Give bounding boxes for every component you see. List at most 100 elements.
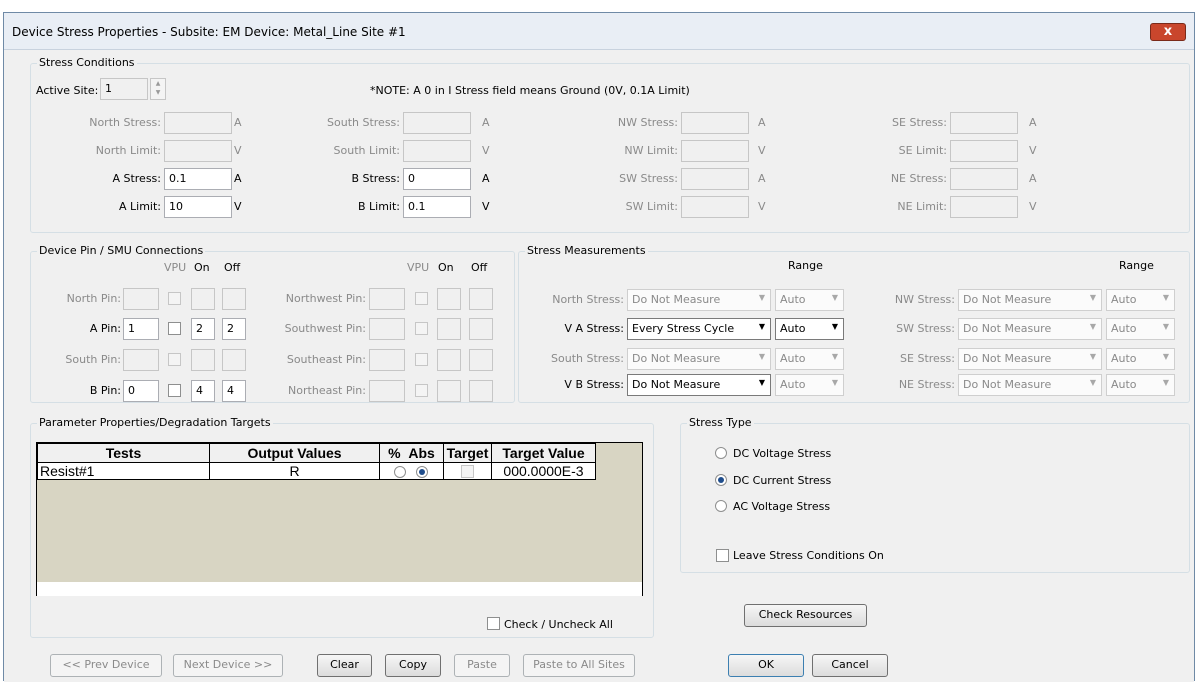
- pin-col-header-on-left: On: [194, 261, 210, 274]
- copy-button[interactable]: Copy: [385, 654, 441, 677]
- ne-limit-unit: V: [1029, 200, 1037, 213]
- v-a-stress-range-select[interactable]: Auto ▼: [775, 318, 844, 340]
- northwest-pin-off-input[interactable]: [469, 288, 493, 310]
- nw-stress-unit: A: [758, 116, 766, 129]
- leave-stress-on-checkbox[interactable]: [716, 549, 729, 562]
- north-stress-range-select[interactable]: Auto ▼: [775, 289, 844, 311]
- dc-current-radio[interactable]: [715, 474, 727, 486]
- paste-all-sites-button[interactable]: Paste to All Sites: [523, 654, 635, 677]
- se-limit-input[interactable]: [950, 140, 1018, 162]
- north-stress-input[interactable]: [164, 112, 232, 134]
- prev-device-button[interactable]: << Prev Device: [50, 654, 162, 677]
- cell-target-value[interactable]: 000.0000E-3: [491, 462, 596, 480]
- a-pin-off-input[interactable]: 2: [222, 318, 246, 340]
- nw-stress-measure-select[interactable]: Do Not Measure ▼: [958, 289, 1102, 311]
- southwest-pin-off-input[interactable]: [469, 318, 493, 340]
- ne-stress-input[interactable]: [950, 168, 1018, 190]
- north-limit-input[interactable]: [164, 140, 232, 162]
- close-button[interactable]: x: [1150, 23, 1186, 41]
- b-stress-input[interactable]: 0: [403, 168, 471, 190]
- sw-stress-measure-select[interactable]: Do Not Measure ▼: [958, 318, 1102, 340]
- a-pin-input[interactable]: 1: [123, 318, 159, 340]
- nw-stress-measure-value: Do Not Measure: [963, 293, 1052, 306]
- v-a-stress-measure-select[interactable]: Every Stress Cycle ▼: [627, 318, 771, 340]
- paste-button[interactable]: Paste: [454, 654, 510, 677]
- background-strip: [0, 0, 1195, 12]
- a-stress-input[interactable]: 0.1: [164, 168, 232, 190]
- active-site-input[interactable]: 1: [100, 78, 148, 100]
- southwest-pin-vpu-checkbox[interactable]: [415, 322, 428, 335]
- south-pin-on-input[interactable]: [191, 349, 215, 371]
- ne-stress-range-select[interactable]: Auto ▼: [1106, 374, 1175, 396]
- se-stress-range-select[interactable]: Auto ▼: [1106, 348, 1175, 370]
- north-pin-input[interactable]: [123, 288, 159, 310]
- northeast-pin-on-input[interactable]: [437, 380, 461, 402]
- clear-button[interactable]: Clear: [317, 654, 372, 677]
- northwest-pin-on-input[interactable]: [437, 288, 461, 310]
- nw-limit-input[interactable]: [681, 140, 749, 162]
- north-stress-measure-select[interactable]: Do Not Measure ▼: [627, 289, 771, 311]
- south-stress-measure-select[interactable]: Do Not Measure ▼: [627, 348, 771, 370]
- southeast-pin-off-input[interactable]: [469, 349, 493, 371]
- a-stress-unit: A: [234, 172, 242, 185]
- parameter-properties-title: Parameter Properties/Degradation Targets: [37, 416, 273, 429]
- ne-stress-measure-select[interactable]: Do Not Measure ▼: [958, 374, 1102, 396]
- nw-stress-input[interactable]: [681, 112, 749, 134]
- chevron-down-icon: ▼: [1162, 352, 1169, 361]
- south-stress-range-select[interactable]: Auto ▼: [775, 348, 844, 370]
- north-pin-off-input[interactable]: [222, 288, 246, 310]
- cancel-button[interactable]: Cancel: [812, 654, 888, 677]
- cell-test[interactable]: Resist#1: [37, 462, 210, 480]
- v-b-stress-measure-select[interactable]: Do Not Measure ▼: [627, 374, 771, 396]
- a-pin-vpu-checkbox[interactable]: [168, 322, 181, 335]
- south-pin-vpu-checkbox[interactable]: [168, 353, 181, 366]
- southeast-pin-vpu-checkbox[interactable]: [415, 353, 428, 366]
- northeast-pin-vpu-checkbox[interactable]: [415, 384, 428, 397]
- southeast-pin-input[interactable]: [369, 349, 405, 371]
- a-limit-input[interactable]: 10: [164, 196, 232, 218]
- cell-output[interactable]: R: [209, 462, 380, 480]
- southeast-pin-on-input[interactable]: [437, 349, 461, 371]
- south-limit-input[interactable]: [403, 140, 471, 162]
- sw-stress-range-select[interactable]: Auto ▼: [1106, 318, 1175, 340]
- check-all-checkbox[interactable]: [487, 617, 500, 630]
- chevron-down-icon: ▼: [831, 293, 838, 302]
- target-checkbox[interactable]: [461, 465, 474, 478]
- a-pin-off-value: 2: [227, 322, 234, 335]
- sw-limit-input[interactable]: [681, 196, 749, 218]
- northwest-pin-input[interactable]: [369, 288, 405, 310]
- southwest-pin-input[interactable]: [369, 318, 405, 340]
- next-device-button[interactable]: Next Device >>: [173, 654, 283, 677]
- b-limit-input[interactable]: 0.1: [403, 196, 471, 218]
- dc-voltage-radio[interactable]: [715, 447, 727, 459]
- north-limit-unit: V: [234, 144, 242, 157]
- v-b-stress-range-select[interactable]: Auto ▼: [775, 374, 844, 396]
- north-pin-vpu-checkbox[interactable]: [168, 292, 181, 305]
- ac-voltage-radio[interactable]: [715, 500, 727, 512]
- percent-radio[interactable]: [394, 466, 406, 478]
- se-stress-input[interactable]: [950, 112, 1018, 134]
- a-pin-on-input[interactable]: 2: [191, 318, 215, 340]
- b-pin-vpu-checkbox[interactable]: [168, 384, 181, 397]
- south-stress-input[interactable]: [403, 112, 471, 134]
- sw-stress-input[interactable]: [681, 168, 749, 190]
- b-pin-off-input[interactable]: 4: [222, 380, 246, 402]
- south-pin-off-input[interactable]: [222, 349, 246, 371]
- se-stress-measure-select[interactable]: Do Not Measure ▼: [958, 348, 1102, 370]
- northeast-pin-off-input[interactable]: [469, 380, 493, 402]
- sw-stress-label: SW Stress:: [619, 172, 678, 185]
- b-pin-on-input[interactable]: 4: [191, 380, 215, 402]
- northeast-pin-input[interactable]: [369, 380, 405, 402]
- south-pin-input[interactable]: [123, 349, 159, 371]
- active-site-spinner[interactable]: ▲ ▼: [150, 78, 166, 100]
- northwest-pin-vpu-checkbox[interactable]: [415, 292, 428, 305]
- ok-button[interactable]: OK: [728, 654, 804, 677]
- table-row[interactable]: Resist#1 R 000.0000E-3: [37, 462, 596, 480]
- north-pin-on-input[interactable]: [191, 288, 215, 310]
- southwest-pin-on-input[interactable]: [437, 318, 461, 340]
- check-resources-button[interactable]: Check Resources: [744, 604, 867, 627]
- abs-radio[interactable]: [416, 466, 428, 478]
- ne-limit-input[interactable]: [950, 196, 1018, 218]
- b-pin-input[interactable]: 0: [123, 380, 159, 402]
- nw-stress-range-select[interactable]: Auto ▼: [1106, 289, 1175, 311]
